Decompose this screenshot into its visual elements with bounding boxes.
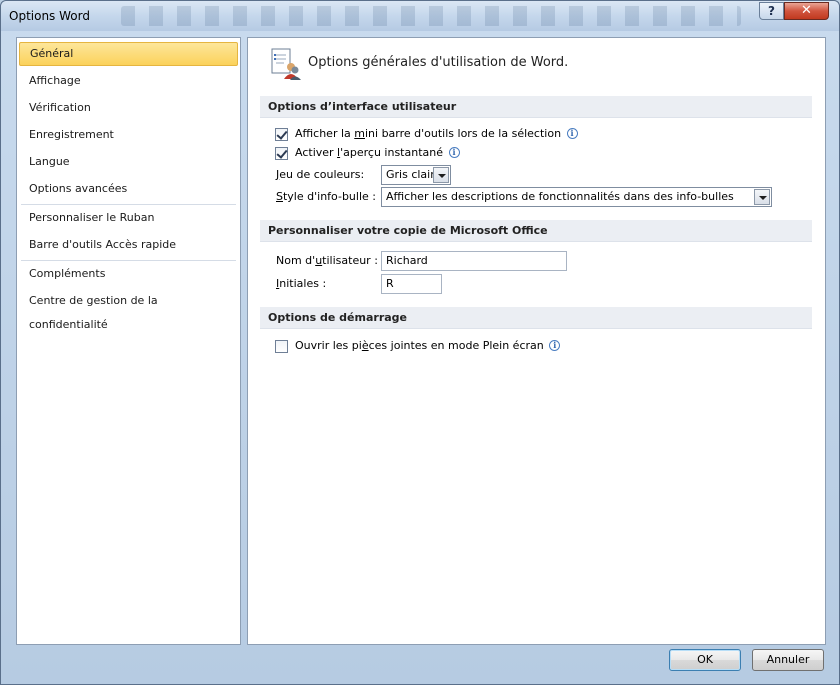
initials-input[interactable]: R [381, 274, 442, 294]
sidebar-separator [21, 204, 236, 205]
initials-label: Initiales : [276, 277, 327, 290]
mini-toolbar-label[interactable]: Afficher la mini barre d'outils lors de … [295, 126, 578, 142]
page-title: Options générales d'utilisation de Word. [308, 55, 569, 70]
content-panel: Options générales d'utilisation de Word.… [247, 37, 826, 645]
tooltip-style-select[interactable]: Afficher les descriptions de fonctionnal… [381, 187, 772, 207]
fullscreen-attachments-label[interactable]: Ouvrir les pièces jointes en mode Plein … [295, 338, 561, 354]
background-ribbon-ghost [121, 6, 741, 26]
options-dialog: Options Word ? ✕ Général Affichage Vérif… [0, 0, 840, 685]
username-label: Nom d'utilisateur : [276, 254, 378, 267]
window-title: Options Word [9, 9, 90, 23]
sidebar-item-language[interactable]: Langue [19, 150, 238, 174]
tooltip-style-value: Afficher les descriptions de fonctionnal… [386, 190, 734, 203]
help-button[interactable]: ? [759, 2, 784, 20]
color-scheme-label: Jeu de couleurs: [276, 168, 365, 181]
sidebar-item-general[interactable]: Général [19, 42, 238, 66]
general-options-icon [271, 48, 301, 80]
mini-toolbar-checkbox[interactable] [275, 128, 288, 141]
color-scheme-select[interactable]: Gris clair [381, 165, 451, 185]
ok-button[interactable]: OK [669, 649, 741, 671]
tooltip-style-label: Style d'info-bulle : [276, 190, 376, 203]
section-header-startup: Options de démarrage [260, 307, 812, 329]
color-scheme-value: Gris clair [386, 168, 435, 181]
sidebar-item-proofing[interactable]: Vérification [19, 96, 238, 120]
username-input[interactable]: Richard [381, 251, 567, 271]
cancel-button[interactable]: Annuler [752, 649, 824, 671]
sidebar-item-advanced[interactable]: Options avancées [19, 177, 238, 201]
close-button[interactable]: ✕ [784, 2, 829, 20]
sidebar-item-save[interactable]: Enregistrement [19, 123, 238, 147]
section-header-ui: Options d’interface utilisateur [260, 96, 812, 118]
sidebar-item-customize-ribbon[interactable]: Personnaliser le Ruban [19, 206, 238, 230]
sidebar: Général Affichage Vérification Enregistr… [16, 37, 241, 645]
info-icon[interactable]: i [448, 147, 460, 158]
sidebar-item-display[interactable]: Affichage [19, 69, 238, 93]
info-icon[interactable]: i [549, 340, 561, 351]
sidebar-item-quick-access[interactable]: Barre d'outils Accès rapide [19, 233, 238, 257]
sidebar-separator [21, 260, 236, 261]
title-bar[interactable]: Options Word ? ✕ [1, 1, 839, 31]
chevron-down-icon[interactable] [433, 167, 449, 183]
section-header-personalize: Personnaliser votre copie de Microsoft O… [260, 220, 812, 242]
live-preview-checkbox[interactable] [275, 147, 288, 160]
chevron-down-icon[interactable] [754, 189, 770, 205]
sidebar-item-addins[interactable]: Compléments [19, 262, 238, 286]
info-icon[interactable]: i [566, 128, 578, 139]
fullscreen-attachments-checkbox[interactable] [275, 340, 288, 353]
sidebar-item-trust-center[interactable]: Centre de gestion de la confidentialité [19, 289, 238, 331]
live-preview-label[interactable]: Activer l'aperçu instantané i [295, 145, 460, 161]
